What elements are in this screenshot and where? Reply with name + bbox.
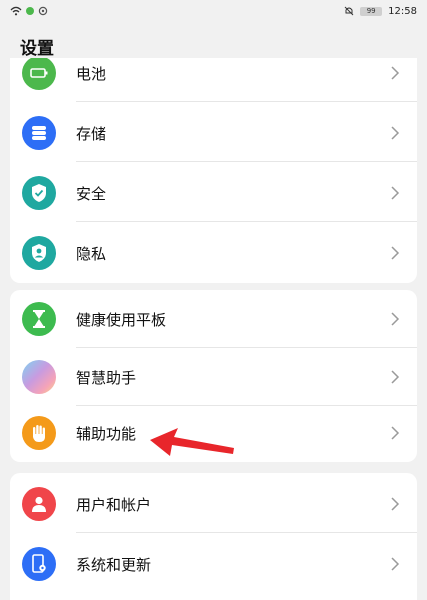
hand-icon: [22, 416, 56, 450]
settings-item-storage[interactable]: 存储: [10, 104, 417, 162]
settings-item-label: 智慧助手: [76, 368, 137, 387]
chevron-right-icon: [391, 370, 400, 384]
hourglass-icon: [22, 302, 56, 336]
settings-item-battery[interactable]: 电池: [10, 58, 417, 102]
page-title: 设置: [20, 39, 54, 59]
settings-item-label: 辅助功能: [76, 424, 137, 443]
chevron-right-icon: [391, 66, 400, 80]
divider: [76, 221, 417, 222]
wifi-icon: [10, 6, 22, 16]
settings-item-label: 用户和帐户: [76, 495, 152, 514]
chevron-right-icon: [391, 557, 400, 571]
settings-item-users-accounts[interactable]: 用户和帐户: [10, 475, 417, 533]
sync-icon: [38, 6, 48, 16]
mute-icon: [344, 6, 354, 16]
chevron-right-icon: [391, 186, 400, 200]
settings-item-privacy[interactable]: 隐私: [10, 224, 417, 282]
settings-item-smart-assistant[interactable]: 智慧助手: [10, 348, 417, 406]
settings-item-security[interactable]: 安全: [10, 164, 417, 222]
settings-item-label: 系统和更新: [76, 555, 152, 574]
chevron-right-icon: [391, 312, 400, 326]
settings-item-digital-balance[interactable]: 健康使用平板: [10, 290, 417, 348]
settings-screen: 99 12:58 设置 电池 存储 安全 隐私 健康使用平板 智慧助手 辅助功能…: [0, 0, 427, 600]
storage-icon: [22, 116, 56, 150]
divider: [76, 161, 417, 162]
chevron-right-icon: [391, 246, 400, 260]
phone-settings-icon: [22, 547, 56, 581]
settings-item-label: 隐私: [76, 244, 107, 263]
battery-indicator: 99: [360, 6, 383, 16]
shield-check-icon: [22, 176, 56, 210]
status-right: 99 12:58: [344, 6, 417, 17]
settings-item-label: 安全: [76, 184, 107, 203]
user-icon: [22, 487, 56, 521]
settings-group-1: 电池 存储 安全 隐私: [10, 58, 417, 283]
app-notification-icon: [26, 7, 34, 15]
clock: 12:58: [388, 5, 417, 17]
settings-item-label: 健康使用平板: [76, 310, 167, 329]
settings-item-label: 存储: [76, 124, 107, 143]
chevron-right-icon: [391, 426, 400, 440]
battery-icon: [22, 58, 56, 90]
status-left: [10, 6, 48, 16]
smart-assistant-icon: [22, 360, 56, 394]
chevron-right-icon: [391, 126, 400, 140]
status-bar: 99 12:58: [0, 0, 427, 22]
privacy-shield-icon: [22, 236, 56, 270]
divider: [76, 101, 417, 102]
settings-item-label: 电池: [76, 64, 107, 83]
divider: [76, 532, 417, 533]
annotation-arrow-icon: [150, 428, 234, 456]
settings-group-3: 用户和帐户 系统和更新: [10, 473, 417, 600]
settings-item-system-update[interactable]: 系统和更新: [10, 535, 417, 593]
chevron-right-icon: [391, 497, 400, 511]
